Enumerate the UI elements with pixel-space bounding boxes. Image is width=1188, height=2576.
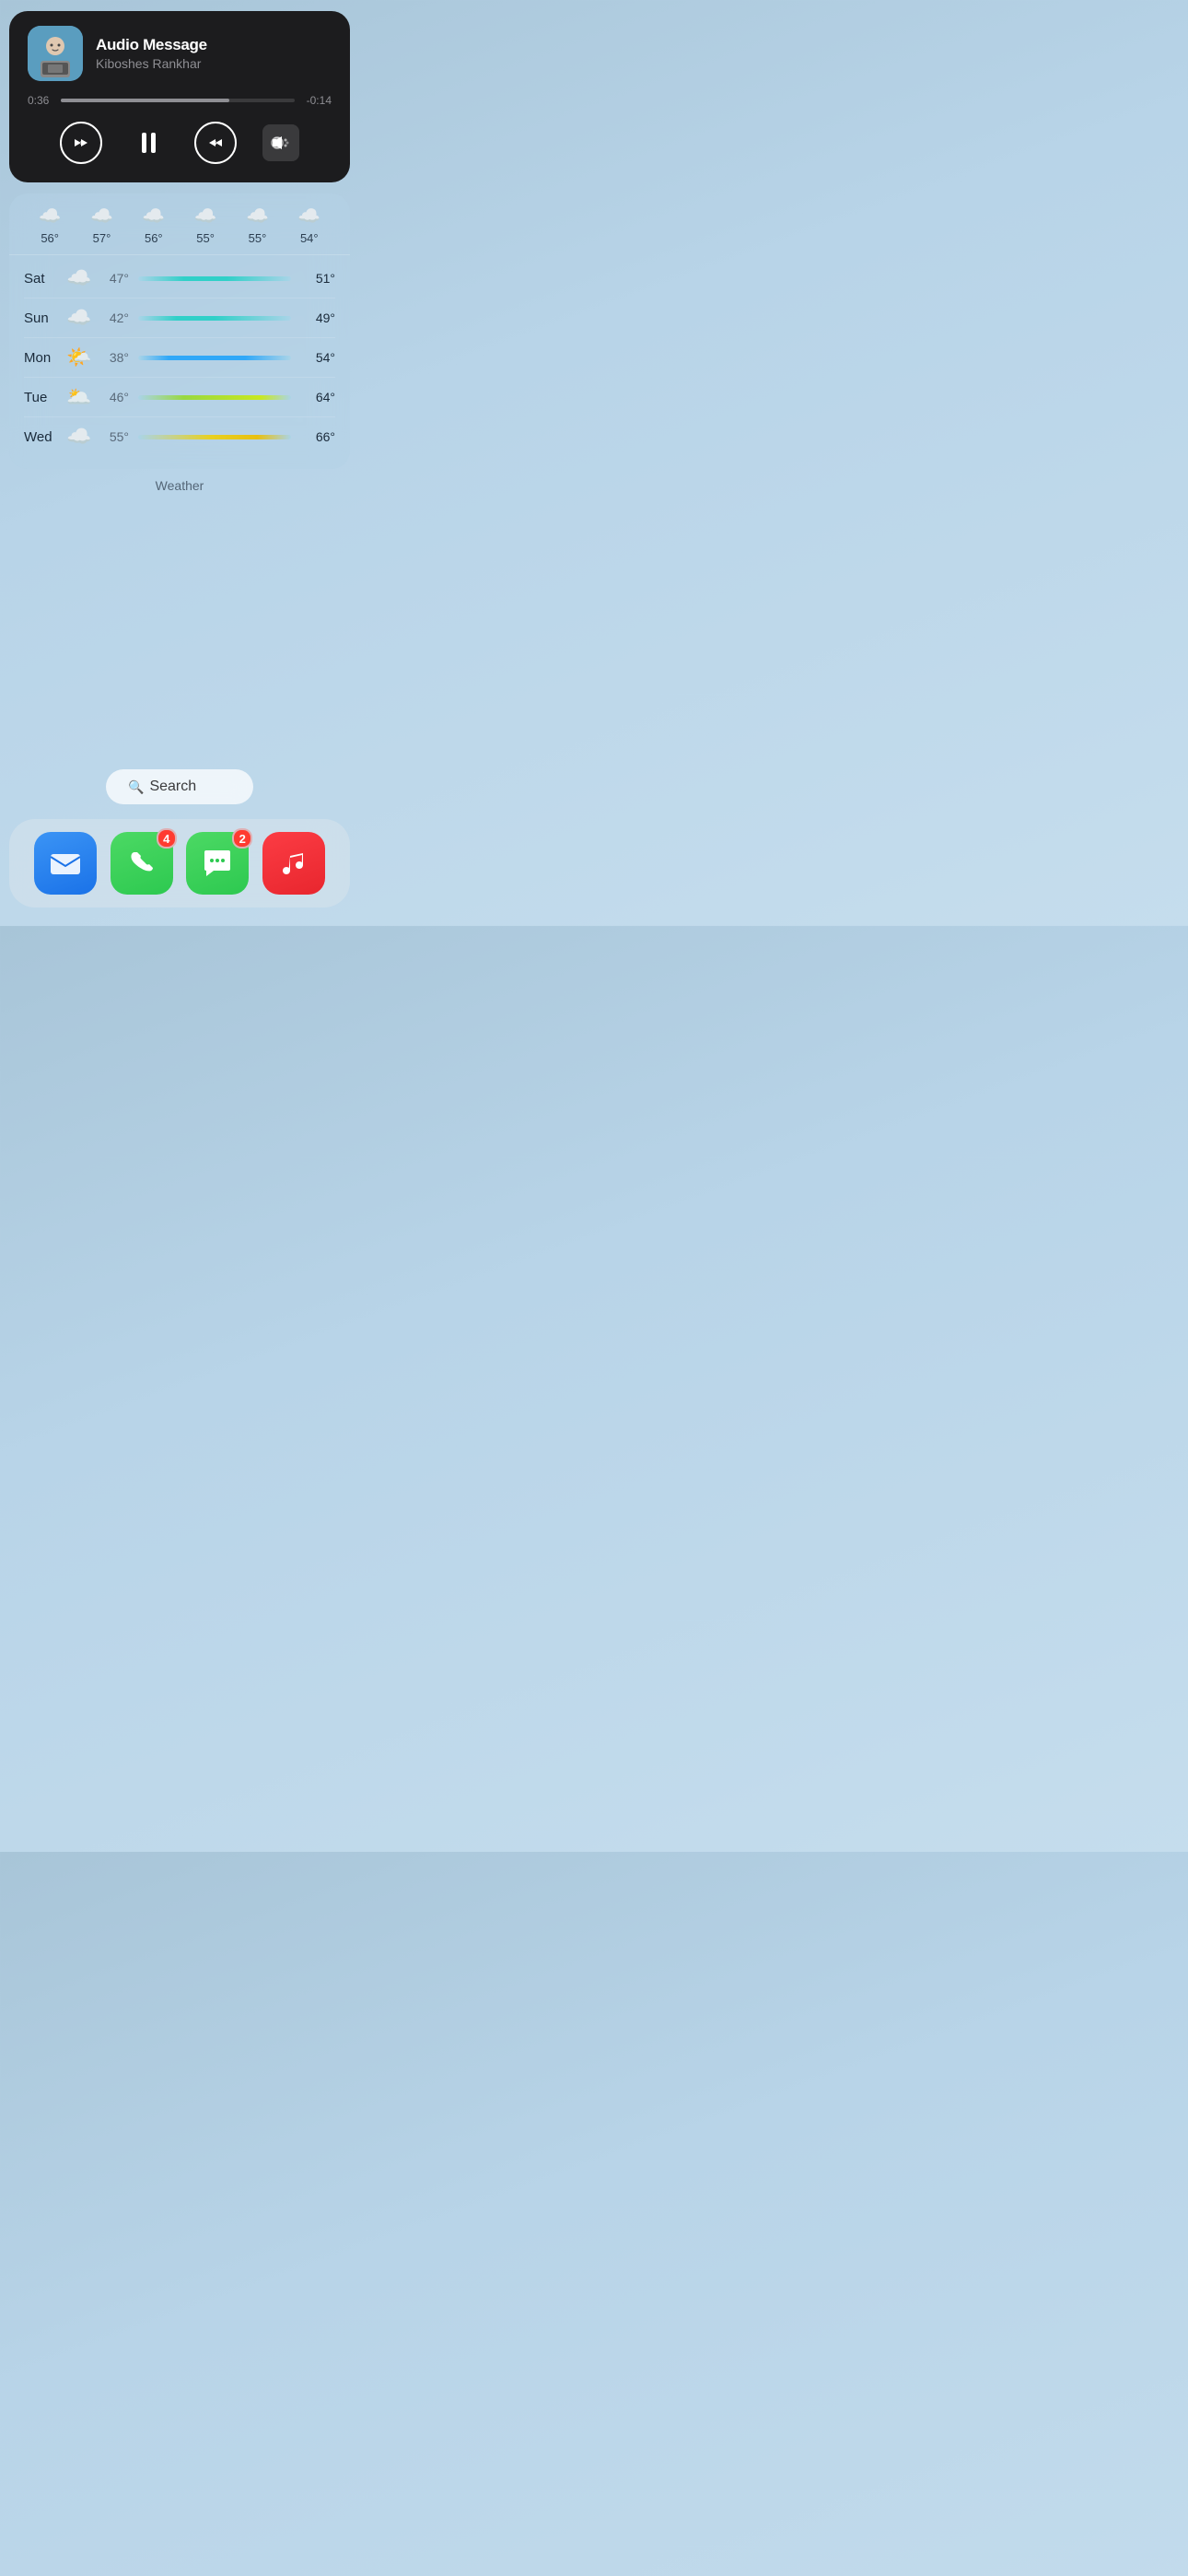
day-low-wed: 55° bbox=[94, 429, 129, 444]
day-high-wed: 66° bbox=[300, 429, 335, 444]
music-icon[interactable] bbox=[262, 832, 325, 895]
rewind-button[interactable]: 5 bbox=[60, 122, 102, 164]
temp-bar-sun bbox=[138, 316, 291, 321]
dock-app-phone[interactable]: 4 bbox=[111, 832, 173, 895]
hourly-temp-5: 55° bbox=[249, 231, 267, 245]
progress-bar[interactable] bbox=[61, 99, 295, 102]
daily-row-wed: Wed ☁️ 55° 66° bbox=[24, 417, 335, 456]
dock-app-messages[interactable]: 2 bbox=[186, 832, 249, 895]
hourly-item: ☁️ 54° bbox=[297, 205, 320, 245]
day-high-mon: 54° bbox=[300, 350, 335, 365]
audio-subtitle: Kiboshes Rankhar bbox=[96, 56, 207, 71]
pause-button[interactable] bbox=[128, 123, 169, 163]
daily-row-tue: Tue 🌥️ 46° 64° bbox=[24, 378, 335, 417]
temp-bar-sat bbox=[138, 276, 291, 281]
pause-bar-right bbox=[151, 133, 156, 153]
forward-button[interactable]: 5 bbox=[194, 122, 237, 164]
day-icon-sun: ☁️ bbox=[64, 306, 94, 330]
hourly-temp-3: 56° bbox=[145, 231, 163, 245]
hourly-temp-1: 56° bbox=[41, 231, 59, 245]
day-label-tue: Tue bbox=[24, 390, 64, 405]
hourly-row: ☁️ 56° ☁️ 57° ☁️ 56° ☁️ 55° ☁️ 55° ☁️ 54… bbox=[9, 193, 350, 255]
progress-bar-container[interactable]: 0:36 -0:14 bbox=[28, 94, 332, 107]
daily-row-mon: Mon 🌤️ 38° 54° bbox=[24, 338, 335, 378]
messages-badge: 2 bbox=[232, 828, 252, 849]
cloud-icon-4: ☁️ bbox=[194, 205, 217, 228]
hourly-temp-2: 57° bbox=[93, 231, 111, 245]
audio-controls: 5 5 bbox=[28, 122, 332, 164]
day-icon-tue: 🌥️ bbox=[64, 385, 94, 409]
dock-app-mail[interactable] bbox=[34, 832, 97, 895]
day-icon-mon: 🌤️ bbox=[64, 345, 94, 369]
hourly-item: ☁️ 55° bbox=[246, 205, 269, 245]
temp-bar-wrapper-wed bbox=[129, 435, 300, 439]
temp-bar-wrapper-sat bbox=[129, 276, 300, 281]
weather-widget[interactable]: ☁️ 56° ☁️ 57° ☁️ 56° ☁️ 55° ☁️ 55° ☁️ 54… bbox=[9, 193, 350, 469]
temp-bar-mon bbox=[138, 356, 291, 360]
dock-app-music[interactable] bbox=[262, 832, 325, 895]
day-label-mon: Mon bbox=[24, 350, 64, 366]
hourly-temp-4: 55° bbox=[196, 231, 215, 245]
cloud-icon-3: ☁️ bbox=[142, 205, 165, 228]
cloud-icon-1: ☁️ bbox=[39, 205, 62, 228]
day-high-tue: 64° bbox=[300, 390, 335, 404]
cloud-icon-6: ☁️ bbox=[297, 205, 320, 228]
day-low-sat: 47° bbox=[94, 271, 129, 286]
temp-bar-wrapper-tue bbox=[129, 395, 300, 400]
cloud-icon-5: ☁️ bbox=[246, 205, 269, 228]
day-icon-wed: ☁️ bbox=[64, 425, 94, 449]
search-label: Search bbox=[149, 779, 196, 795]
audio-title: Audio Message bbox=[96, 36, 207, 54]
daily-row-sun: Sun ☁️ 42° 49° bbox=[24, 299, 335, 338]
temp-bar-wed bbox=[138, 435, 291, 439]
day-label-sun: Sun bbox=[24, 310, 64, 326]
search-bar-container[interactable]: 🔍 Search bbox=[0, 769, 359, 804]
daily-rows: Sat ☁️ 47° 51° Sun ☁️ 42° 49° Mon 🌤️ 38°… bbox=[9, 255, 350, 460]
audio-header: Audio Message Kiboshes Rankhar bbox=[28, 26, 332, 81]
rewind-inner: 5 bbox=[71, 133, 91, 153]
temp-bar-wrapper-sun bbox=[129, 316, 300, 321]
hourly-item: ☁️ 55° bbox=[194, 205, 217, 245]
day-low-mon: 38° bbox=[94, 350, 129, 365]
cloud-icon-2: ☁️ bbox=[90, 205, 113, 228]
progress-fill bbox=[61, 99, 229, 102]
daily-row-sat: Sat ☁️ 47° 51° bbox=[24, 259, 335, 299]
hourly-item: ☁️ 56° bbox=[39, 205, 62, 245]
phone-badge: 4 bbox=[157, 828, 177, 849]
pause-bar-left bbox=[142, 133, 146, 153]
search-bar[interactable]: 🔍 Search bbox=[106, 769, 253, 804]
audio-info: Audio Message Kiboshes Rankhar bbox=[96, 36, 207, 71]
progress-section: 0:36 -0:14 bbox=[28, 94, 332, 107]
hourly-item: ☁️ 56° bbox=[142, 205, 165, 245]
temp-bar-wrapper-mon bbox=[129, 356, 300, 360]
day-high-sat: 51° bbox=[300, 271, 335, 286]
dock: 4 2 bbox=[9, 819, 350, 907]
home-screen-space bbox=[0, 493, 359, 751]
day-label-sat: Sat bbox=[24, 271, 64, 287]
day-low-tue: 46° bbox=[94, 390, 129, 404]
day-icon-sat: ☁️ bbox=[64, 266, 94, 290]
mail-icon[interactable] bbox=[34, 832, 97, 895]
hourly-temp-6: 54° bbox=[300, 231, 319, 245]
hourly-item: ☁️ 57° bbox=[90, 205, 113, 245]
progress-time-left: 0:36 bbox=[28, 94, 53, 107]
temp-bar-tue bbox=[138, 395, 291, 400]
search-icon: 🔍 bbox=[128, 779, 144, 795]
day-label-wed: Wed bbox=[24, 429, 64, 445]
weather-label: Weather bbox=[0, 478, 359, 493]
avatar bbox=[28, 26, 83, 81]
progress-time-right: -0:14 bbox=[302, 94, 332, 107]
audio-player: Audio Message Kiboshes Rankhar 0:36 -0:1… bbox=[9, 11, 350, 182]
day-low-sun: 42° bbox=[94, 310, 129, 325]
day-high-sun: 49° bbox=[300, 310, 335, 325]
speaker-button[interactable] bbox=[262, 124, 299, 161]
